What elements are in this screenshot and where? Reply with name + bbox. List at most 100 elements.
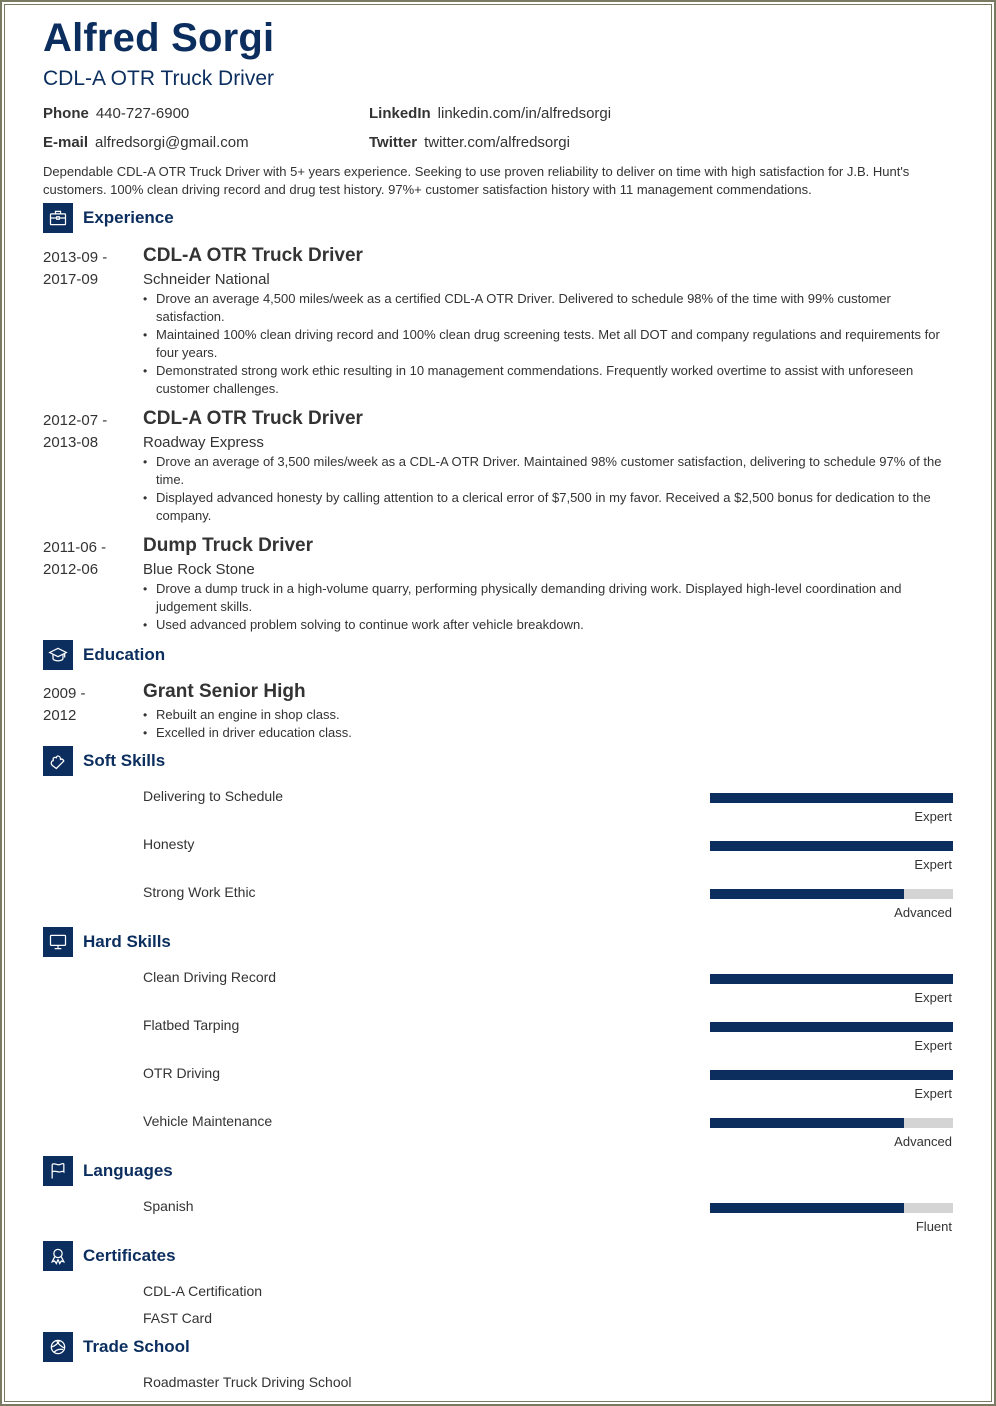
section-title: Languages [83, 1161, 173, 1180]
rating-segment-filled [807, 1022, 856, 1032]
certificate-item: FAST Card [143, 1310, 212, 1326]
rating-segment-filled [807, 974, 856, 984]
date-end: 2012-06 [43, 561, 99, 578]
section-soft-skills: Soft Skills [43, 746, 165, 776]
skill-level-bar [710, 841, 953, 851]
skill-name: Clean Driving Record [143, 969, 277, 985]
skill-name: Strong Work Ethic [143, 884, 256, 900]
rating-segment-filled [904, 793, 953, 803]
rating-segment-filled [807, 1118, 856, 1128]
entry-dates: 2013-09 - 2017-09 [43, 247, 133, 291]
skill-row: Flatbed Tarping Expert [43, 1017, 955, 1057]
language-row: Spanish Fluent [43, 1198, 955, 1238]
award-ribbon-icon [43, 1241, 73, 1271]
job-title: Dump Truck Driver [143, 535, 313, 556]
skill-level-label: Advanced [894, 1134, 952, 1149]
company-name: Roadway Express [143, 434, 264, 451]
rating-segment-filled [710, 1203, 759, 1213]
rating-segment-filled [710, 1070, 759, 1080]
rating-segment-filled [855, 1070, 905, 1080]
rating-segment-filled [855, 1022, 905, 1032]
contact-phone: Phone 440-727-6900 [43, 105, 189, 122]
linkedin-link[interactable]: linkedin.com/in/alfredsorgi [438, 105, 611, 122]
rating-segment-filled [807, 841, 856, 851]
bullet-item: Demonstrated strong work ethic resulting… [143, 362, 943, 398]
skill-name: Delivering to Schedule [143, 788, 284, 804]
date-start: 2009 - [43, 685, 86, 702]
section-education: Education [43, 640, 165, 670]
date-end: 2017-09 [43, 271, 99, 288]
rating-segment-filled [904, 1022, 953, 1032]
entry-dates: 2012-07 - 2013-08 [43, 410, 133, 454]
skill-level-label: Expert [914, 1086, 952, 1101]
rating-segment-filled [855, 889, 905, 899]
job-title: CDL-A OTR Truck Driver [143, 245, 363, 266]
bullet-item: Drove a dump truck in a high-volume quar… [143, 580, 943, 616]
section-title: Soft Skills [83, 751, 166, 770]
section-title: Experience [83, 208, 174, 227]
skill-row: Clean Driving Record Expert [43, 969, 955, 1009]
company-name: Schneider National [143, 271, 270, 288]
rating-segment-filled [758, 1203, 808, 1213]
skill-name: Vehicle Maintenance [143, 1113, 273, 1129]
skill-row: OTR Driving Expert [43, 1065, 955, 1105]
section-title: Certificates [83, 1246, 176, 1265]
company-name: Blue Rock Stone [143, 561, 255, 578]
rating-segment-filled [758, 793, 808, 803]
rating-segment-filled [904, 974, 953, 984]
rating-segment-filled [758, 1118, 808, 1128]
entry-dates: 2009 - 2012 [43, 683, 133, 727]
phone-value[interactable]: 440-727-6900 [96, 105, 189, 122]
skill-row: Strong Work Ethic Advanced [43, 884, 955, 924]
skill-level-label: Expert [914, 990, 952, 1005]
bullet-list: Drove a dump truck in a high-volume quar… [143, 580, 943, 634]
bullet-item: Displayed advanced honesty by calling at… [143, 489, 943, 525]
entry-body: Dump Truck Driver Blue Rock Stone Drove … [143, 535, 943, 634]
bullet-item: Excelled in driver education class. [143, 724, 943, 742]
rating-segment-filled [855, 1203, 905, 1213]
email-link[interactable]: alfredsorgi@gmail.com [95, 134, 249, 151]
skill-level-bar [710, 1022, 953, 1032]
candidate-title: CDL-A OTR Truck Driver [43, 67, 275, 90]
school-name: Grant Senior High [143, 681, 306, 702]
date-start: 2012-07 - [43, 412, 108, 429]
section-languages: Languages [43, 1156, 173, 1186]
rating-segment-filled [807, 889, 856, 899]
entry-dates: 2011-06 - 2012-06 [43, 537, 133, 581]
language-level-bar [710, 1203, 953, 1213]
bullet-item: Drove an average of 3,500 miles/week as … [143, 453, 943, 489]
skill-level-bar [710, 1118, 953, 1128]
bullet-list: Drove an average of 3,500 miles/week as … [143, 453, 943, 525]
date-end: 2012 [43, 707, 77, 724]
rating-segment-filled [855, 793, 905, 803]
section-title: Education [83, 645, 166, 664]
rating-segment-filled [904, 841, 953, 851]
bullet-item: Maintained 100% clean driving record and… [143, 326, 943, 362]
rating-segment-filled [710, 1118, 759, 1128]
rating-segment-empty [904, 1203, 953, 1213]
skill-level-bar [710, 793, 953, 803]
skill-level-label: Advanced [894, 905, 952, 920]
linkedin-label: LinkedIn [369, 105, 431, 122]
section-title: Hard Skills [83, 932, 171, 951]
section-experience: Experience [43, 203, 174, 233]
certificate-item: CDL-A Certification [143, 1283, 263, 1299]
bullet-list: Rebuilt an engine in shop class. Excelle… [143, 706, 943, 742]
skill-row: Vehicle Maintenance Advanced [43, 1113, 955, 1153]
rating-segment-filled [758, 1022, 808, 1032]
rating-segment-filled [855, 1118, 905, 1128]
date-end: 2013-08 [43, 434, 99, 451]
rating-segment-filled [710, 974, 759, 984]
rating-segment-empty [904, 1118, 953, 1128]
skill-name: OTR Driving [143, 1065, 221, 1081]
entry-body: CDL-A OTR Truck Driver Schneider Nationa… [143, 245, 943, 398]
bullet-item: Used advanced problem solving to continu… [143, 616, 943, 634]
rating-segment-filled [758, 974, 808, 984]
twitter-link[interactable]: twitter.com/alfredsorgi [424, 134, 570, 151]
date-start: 2013-09 - [43, 249, 108, 266]
rating-segment-filled [807, 793, 856, 803]
rating-segment-filled [758, 889, 808, 899]
rating-segment-filled [758, 1070, 808, 1080]
twitter-label: Twitter [369, 134, 418, 151]
rating-segment-filled [904, 1070, 953, 1080]
